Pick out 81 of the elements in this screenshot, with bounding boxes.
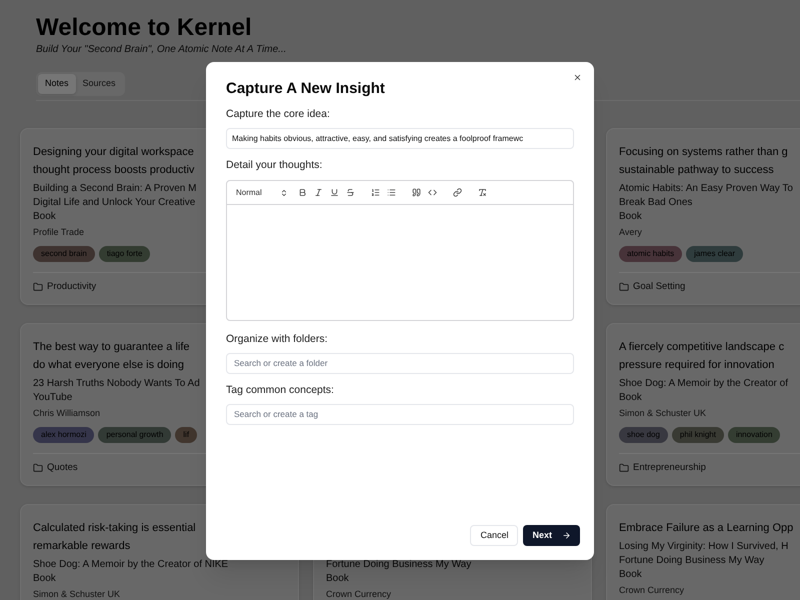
- source-text: YouTube: [33, 390, 72, 405]
- source-text: Building a Second Brain: A Proven M: [33, 182, 196, 196]
- clear-format-icon[interactable]: [477, 187, 488, 198]
- author-text: Chris Williamson: [33, 406, 100, 419]
- source-text: Book: [619, 568, 642, 582]
- author-text: Simon & Schuster UK: [619, 406, 706, 419]
- tag-chip: shoe dog: [619, 426, 668, 443]
- format-select[interactable]: Normal: [236, 186, 288, 198]
- note-title: Focusing on systems rather than g: [619, 144, 788, 160]
- tab[interactable]: Notes: [38, 74, 76, 94]
- link-icon[interactable]: [452, 187, 463, 198]
- note-title: A fiercely competitive landscape c: [619, 340, 784, 355]
- folder-icon: [619, 462, 629, 473]
- tag-chip: alex hormozi: [33, 426, 94, 443]
- arrow-icon: [562, 531, 571, 540]
- note-title: Designing your digital workspace: [33, 144, 194, 160]
- note-title: sustainable pathway to success: [619, 162, 774, 178]
- rich-text-editor[interactable]: Normal: [226, 180, 574, 321]
- source-text: Break Bad Ones: [619, 196, 692, 210]
- note-card[interactable]: Embrace Failure as a Learning Opp Losing My Virginity: How I Survived, H Fortune Doing Business My Way Book Crown Currency: [606, 504, 800, 600]
- folder-search-input[interactable]: Search or create a folder: [226, 352, 574, 374]
- folder-label: Quotes: [47, 460, 78, 475]
- bold-icon[interactable]: [297, 187, 308, 198]
- source-text: Losing My Virginity: How I Survived, H: [619, 540, 788, 554]
- core-idea-input[interactable]: Making habits obvious, attractive, easy, and satisfying creates a foolproof framewc: [226, 128, 574, 150]
- note-title: thought process boosts productiv: [33, 162, 194, 178]
- italic-icon[interactable]: [313, 187, 324, 198]
- quote-icon[interactable]: [411, 187, 422, 198]
- source-text: Book: [33, 210, 56, 224]
- note-card[interactable]: A fiercely competitive landscape c pressure required for innovation Shoe Dog: A Memoir by the Creator of Book Simon & Schuster UK shoe dog phil knight innovation Entrepreneurship: [606, 322, 800, 486]
- folder-icon: [33, 282, 43, 292]
- note-title: Embrace Failure as a Learning Opp: [619, 521, 794, 536]
- underline-icon[interactable]: [329, 187, 340, 198]
- author-text: Crown Currency: [326, 588, 392, 600]
- tag-chip: james clear: [686, 246, 744, 262]
- source-text: Atomic Habits: An Easy Proven Way To: [619, 182, 793, 196]
- close-icon: [573, 73, 582, 82]
- cancel-button[interactable]: Cancel: [470, 525, 518, 546]
- dialog-title: Capture A New Insight: [226, 79, 386, 99]
- numbered-list-icon[interactable]: [370, 187, 381, 198]
- source-text: Book: [326, 572, 349, 586]
- tag-chip: second brain: [33, 246, 95, 262]
- folder-label: Productivity: [47, 280, 96, 294]
- tag-chip: innovation: [728, 426, 780, 443]
- source-text: Book: [33, 572, 56, 586]
- source-text: Fortune Doing Business My Way: [326, 558, 472, 572]
- code-icon[interactable]: [427, 187, 438, 198]
- tab[interactable]: Sources: [76, 74, 123, 94]
- note-title: do what everyone else is doing: [33, 358, 184, 373]
- folder-icon: [619, 282, 629, 292]
- tag-search-input[interactable]: Search or create a tag: [226, 404, 574, 424]
- strikethrough-icon[interactable]: [345, 187, 356, 198]
- tag-chip: tiago forte: [98, 246, 150, 262]
- folder-label: Goal Setting: [633, 280, 686, 294]
- source-text: 23 Harsh Truths Nobody Wants To Ad: [33, 376, 200, 391]
- page-subtitle: Build Your "Second Brain", One Atomic Note At A Time...: [36, 44, 288, 56]
- note-title: remarkable rewards: [33, 539, 130, 554]
- note-title: pressure required for innovation: [619, 358, 774, 373]
- page-title: Welcome to Kernel: [36, 14, 253, 42]
- source-text: Book: [619, 390, 642, 405]
- note-title: Calculated risk-taking is essential: [33, 521, 196, 536]
- tag-chip: lif: [175, 426, 198, 443]
- tag-chip: phil knight: [672, 426, 724, 443]
- source-text: Fortune Doing Business My Way: [619, 554, 764, 568]
- source-text: Shoe Dog: A Memoir by the Creator of: [619, 376, 788, 391]
- next-button[interactable]: Next: [523, 525, 580, 546]
- source-text: Digital Life and Unlock Your Creative: [33, 196, 196, 210]
- folder-icon: [33, 462, 43, 473]
- author-text: Avery: [619, 226, 642, 238]
- author-text: Profile Trade: [33, 226, 84, 238]
- tag-chip: personal growth: [98, 426, 172, 443]
- source-text: Shoe Dog: A Memoir by the Creator of NIKE: [33, 558, 228, 572]
- tag-chip: atomic habits: [619, 246, 682, 262]
- author-text: Crown Currency: [619, 584, 684, 596]
- updown-icon: [280, 188, 288, 196]
- folder-label: Entrepreneurship: [633, 460, 706, 475]
- note-card[interactable]: Focusing on systems rather than g sustainable pathway to success Atomic Habits: An Easy Proven Way To Break Bad Ones Book Avery atomic habits james clear Goal Setting: [606, 128, 800, 305]
- field-label: Capture the core idea:: [226, 106, 331, 122]
- note-title: The best way to guarantee a life: [33, 340, 190, 355]
- author-text: Simon & Schuster UK: [33, 588, 120, 600]
- source-text: Book: [619, 210, 642, 224]
